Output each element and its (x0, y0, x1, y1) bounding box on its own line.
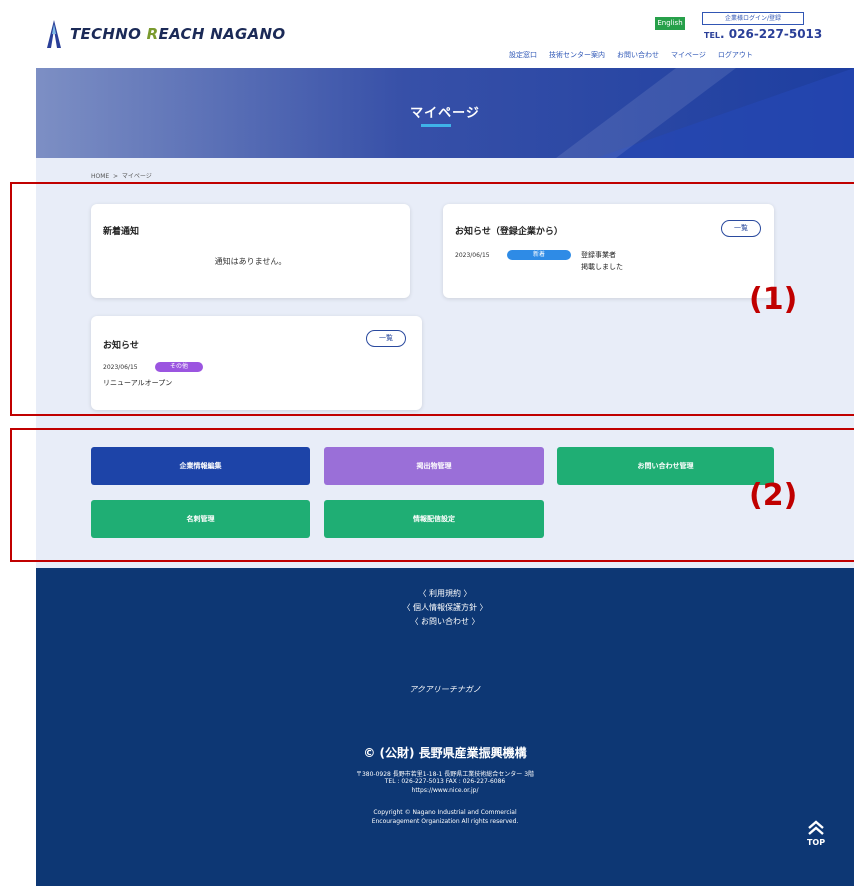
site-header: TECHNO REACH NAGANO English 企業様ログイン/登録 T… (36, 0, 854, 68)
tel-number: 026-227-5013 (728, 27, 823, 41)
phone-number: TEL. 026-227-5013 (704, 27, 823, 41)
footer-url[interactable]: https://www.nice.or.jp/ (36, 787, 854, 794)
breadcrumb-home[interactable]: HOME (91, 173, 109, 180)
annotation-label-2: (2) (749, 478, 798, 513)
footer-link-terms[interactable]: 〈 利用規約 〉 (36, 588, 854, 599)
footer-org-name: © (公財) 長野県産業振興機構 (363, 746, 527, 760)
footer-address: 〒380-0928 長野市若里1-18-1 長野県工業技術総合センター 3階 (355, 771, 535, 778)
login-button[interactable]: 企業様ログイン/登録 (702, 12, 804, 25)
annotation-label-1: (1) (749, 282, 798, 317)
nav-item-consult[interactable]: 設定窓口 (509, 50, 537, 60)
site-footer: 〈 利用規約 〉 〈 個人情報保護方針 〉 〈 お問い合わせ 〉 アクアリーチナ… (36, 568, 854, 886)
top-nav: 設定窓口 技術センター案内 お問い合わせ マイページ ログアウト (509, 50, 753, 60)
english-button[interactable]: English (655, 17, 685, 30)
footer-link-privacy[interactable]: 〈 個人情報保護方針 〉 (36, 602, 854, 613)
nav-item-logout[interactable]: ログアウト (718, 50, 753, 60)
breadcrumb-current: マイページ (121, 173, 152, 180)
breadcrumb-separator: > (113, 173, 119, 180)
logo-mark-icon (47, 20, 61, 48)
page-title: マイページ (410, 106, 480, 121)
annotation-box-2 (10, 428, 854, 562)
back-to-top-button[interactable]: TOP (798, 820, 834, 847)
footer-copyright: Copyright © Nagano Industrial and Commer… (373, 809, 517, 816)
page-hero: マイページ (36, 68, 854, 158)
footer-contact: TEL : 026-227-5013 FAX : 026-227-6086 (384, 778, 506, 785)
footer-sub-logo: アクアリーチナガノ (409, 685, 481, 694)
footer-copyright-2: Encouragement Organization All rights re… (371, 818, 519, 825)
tel-label: TEL (704, 31, 721, 40)
annotation-box-1 (10, 182, 854, 416)
footer-link-contact[interactable]: 〈 お問い合わせ 〉 (36, 616, 854, 627)
nav-item-contact[interactable]: お問い合わせ (617, 50, 659, 60)
breadcrumb: HOME > マイページ (91, 171, 152, 180)
top-label: TOP (806, 838, 826, 847)
nav-item-mypage[interactable]: マイページ (671, 50, 706, 60)
site-logo[interactable]: TECHNO REACH NAGANO (46, 20, 285, 48)
double-chevron-up-icon (808, 820, 824, 835)
nav-item-center[interactable]: 技術センター案内 (549, 50, 605, 60)
logo-text: TECHNO REACH NAGANO (70, 25, 286, 43)
title-underline (421, 124, 451, 127)
